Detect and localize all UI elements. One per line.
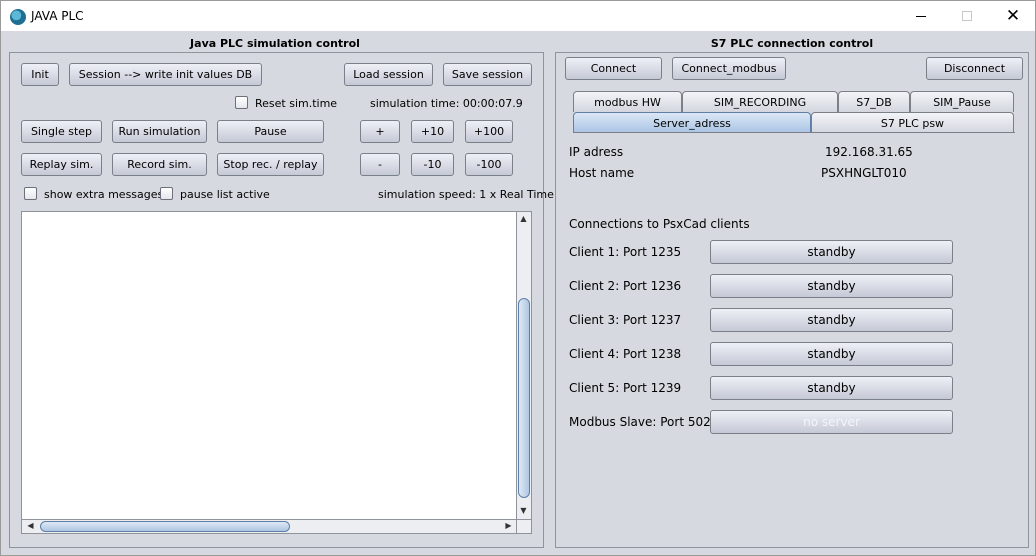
close-icon: ✕ [1005, 6, 1021, 26]
single-step-button[interactable]: Single step [21, 120, 102, 143]
message-log-area[interactable] [21, 211, 517, 520]
plus-100-button[interactable]: +100 [465, 120, 513, 143]
minus-100-button[interactable]: -100 [465, 153, 513, 176]
connections-heading: Connections to PsxCad clients [569, 217, 750, 231]
host-name-label: Host name [569, 166, 635, 180]
tab-s7-plc-psw[interactable]: S7 PLC psw [811, 112, 1014, 133]
client-2-label: Client 2: Port 1236 [569, 279, 682, 293]
host-name-value: PSXHNGLT010 [821, 166, 907, 180]
java-plc-app-icon [10, 9, 26, 25]
horizontal-scroll-thumb[interactable] [40, 521, 290, 532]
maximize-button[interactable] [944, 1, 990, 31]
minimize-icon [916, 15, 926, 17]
tab-sim-recording[interactable]: SIM_RECORDING [682, 91, 838, 112]
client-1-status[interactable]: standby [710, 240, 953, 264]
connect-modbus-button[interactable]: Connect_modbus [672, 57, 786, 80]
title-bar: JAVA PLC ✕ [0, 0, 1036, 31]
reset-sim-time-label: Reset sim.time [255, 97, 338, 110]
scroll-up-icon[interactable]: ▲ [517, 214, 530, 223]
tab-modbus-hw[interactable]: modbus HW [573, 91, 682, 112]
pause-list-active-label: pause list active [180, 188, 270, 201]
init-button[interactable]: Init [21, 63, 59, 86]
show-extra-messages-label: show extra messages [44, 188, 164, 201]
client-4-label: Client 4: Port 1238 [569, 347, 682, 361]
load-session-button[interactable]: Load session [344, 63, 433, 86]
client-3-label: Client 3: Port 1237 [569, 313, 682, 327]
log-horizontal-scrollbar[interactable]: ◀ ▶ [21, 520, 517, 534]
client-5-status[interactable]: standby [710, 376, 953, 400]
simulation-speed-readout: simulation speed: 1 x Real Time [378, 188, 554, 201]
ip-address-value: 192.168.31.65 [825, 145, 913, 159]
tab-strip-divider [573, 132, 1015, 133]
pause-button[interactable]: Pause [217, 120, 324, 143]
run-simulation-button[interactable]: Run simulation [112, 120, 207, 143]
session-write-init-button[interactable]: Session --> write init values DB [69, 63, 262, 86]
log-vertical-scrollbar[interactable]: ▲ ▼ [517, 211, 532, 520]
save-session-button[interactable]: Save session [443, 63, 532, 86]
stop-rec-replay-button[interactable]: Stop rec. / replay [217, 153, 324, 176]
client-3-status[interactable]: standby [710, 308, 953, 332]
client-1-label: Client 1: Port 1235 [569, 245, 682, 259]
ip-address-label: IP adress [569, 145, 624, 159]
plus-10-button[interactable]: +10 [411, 120, 454, 143]
simulation-time-readout: simulation time: 00:00:07.9 [370, 97, 523, 110]
main-window-content: Java PLC simulation control Init Session… [0, 31, 1036, 556]
modbus-slave-status[interactable]: no server [710, 410, 953, 434]
show-extra-messages-checkbox[interactable] [24, 187, 37, 200]
replay-sim-button[interactable]: Replay sim. [21, 153, 102, 176]
tab-server-adress[interactable]: Server_adress [573, 112, 811, 133]
tab-s7-db[interactable]: S7_DB [838, 91, 910, 112]
reset-sim-time-checkbox[interactable] [235, 96, 248, 109]
left-panel-title: Java PLC simulation control [190, 37, 360, 50]
tab-sim-pause[interactable]: SIM_Pause [910, 91, 1014, 112]
right-panel-title: S7 PLC connection control [710, 37, 874, 50]
close-button[interactable]: ✕ [990, 1, 1036, 31]
scroll-corner [517, 520, 532, 534]
vertical-scroll-thumb[interactable] [518, 298, 530, 498]
plus-button[interactable]: + [360, 120, 400, 143]
scroll-left-icon[interactable]: ◀ [24, 521, 37, 530]
client-5-label: Client 5: Port 1239 [569, 381, 682, 395]
pause-list-active-checkbox[interactable] [160, 187, 173, 200]
record-sim-button[interactable]: Record sim. [112, 153, 207, 176]
client-2-status[interactable]: standby [710, 274, 953, 298]
scroll-down-icon[interactable]: ▼ [517, 506, 530, 515]
connect-button[interactable]: Connect [565, 57, 662, 80]
modbus-slave-label: Modbus Slave: Port 502 [569, 415, 711, 429]
client-4-status[interactable]: standby [710, 342, 953, 366]
window-title: JAVA PLC [31, 9, 84, 23]
minus-button[interactable]: - [360, 153, 400, 176]
maximize-icon [962, 11, 972, 21]
disconnect-button[interactable]: Disconnect [926, 57, 1023, 80]
minus-10-button[interactable]: -10 [411, 153, 454, 176]
minimize-button[interactable] [898, 1, 944, 31]
scroll-right-icon[interactable]: ▶ [502, 521, 515, 530]
